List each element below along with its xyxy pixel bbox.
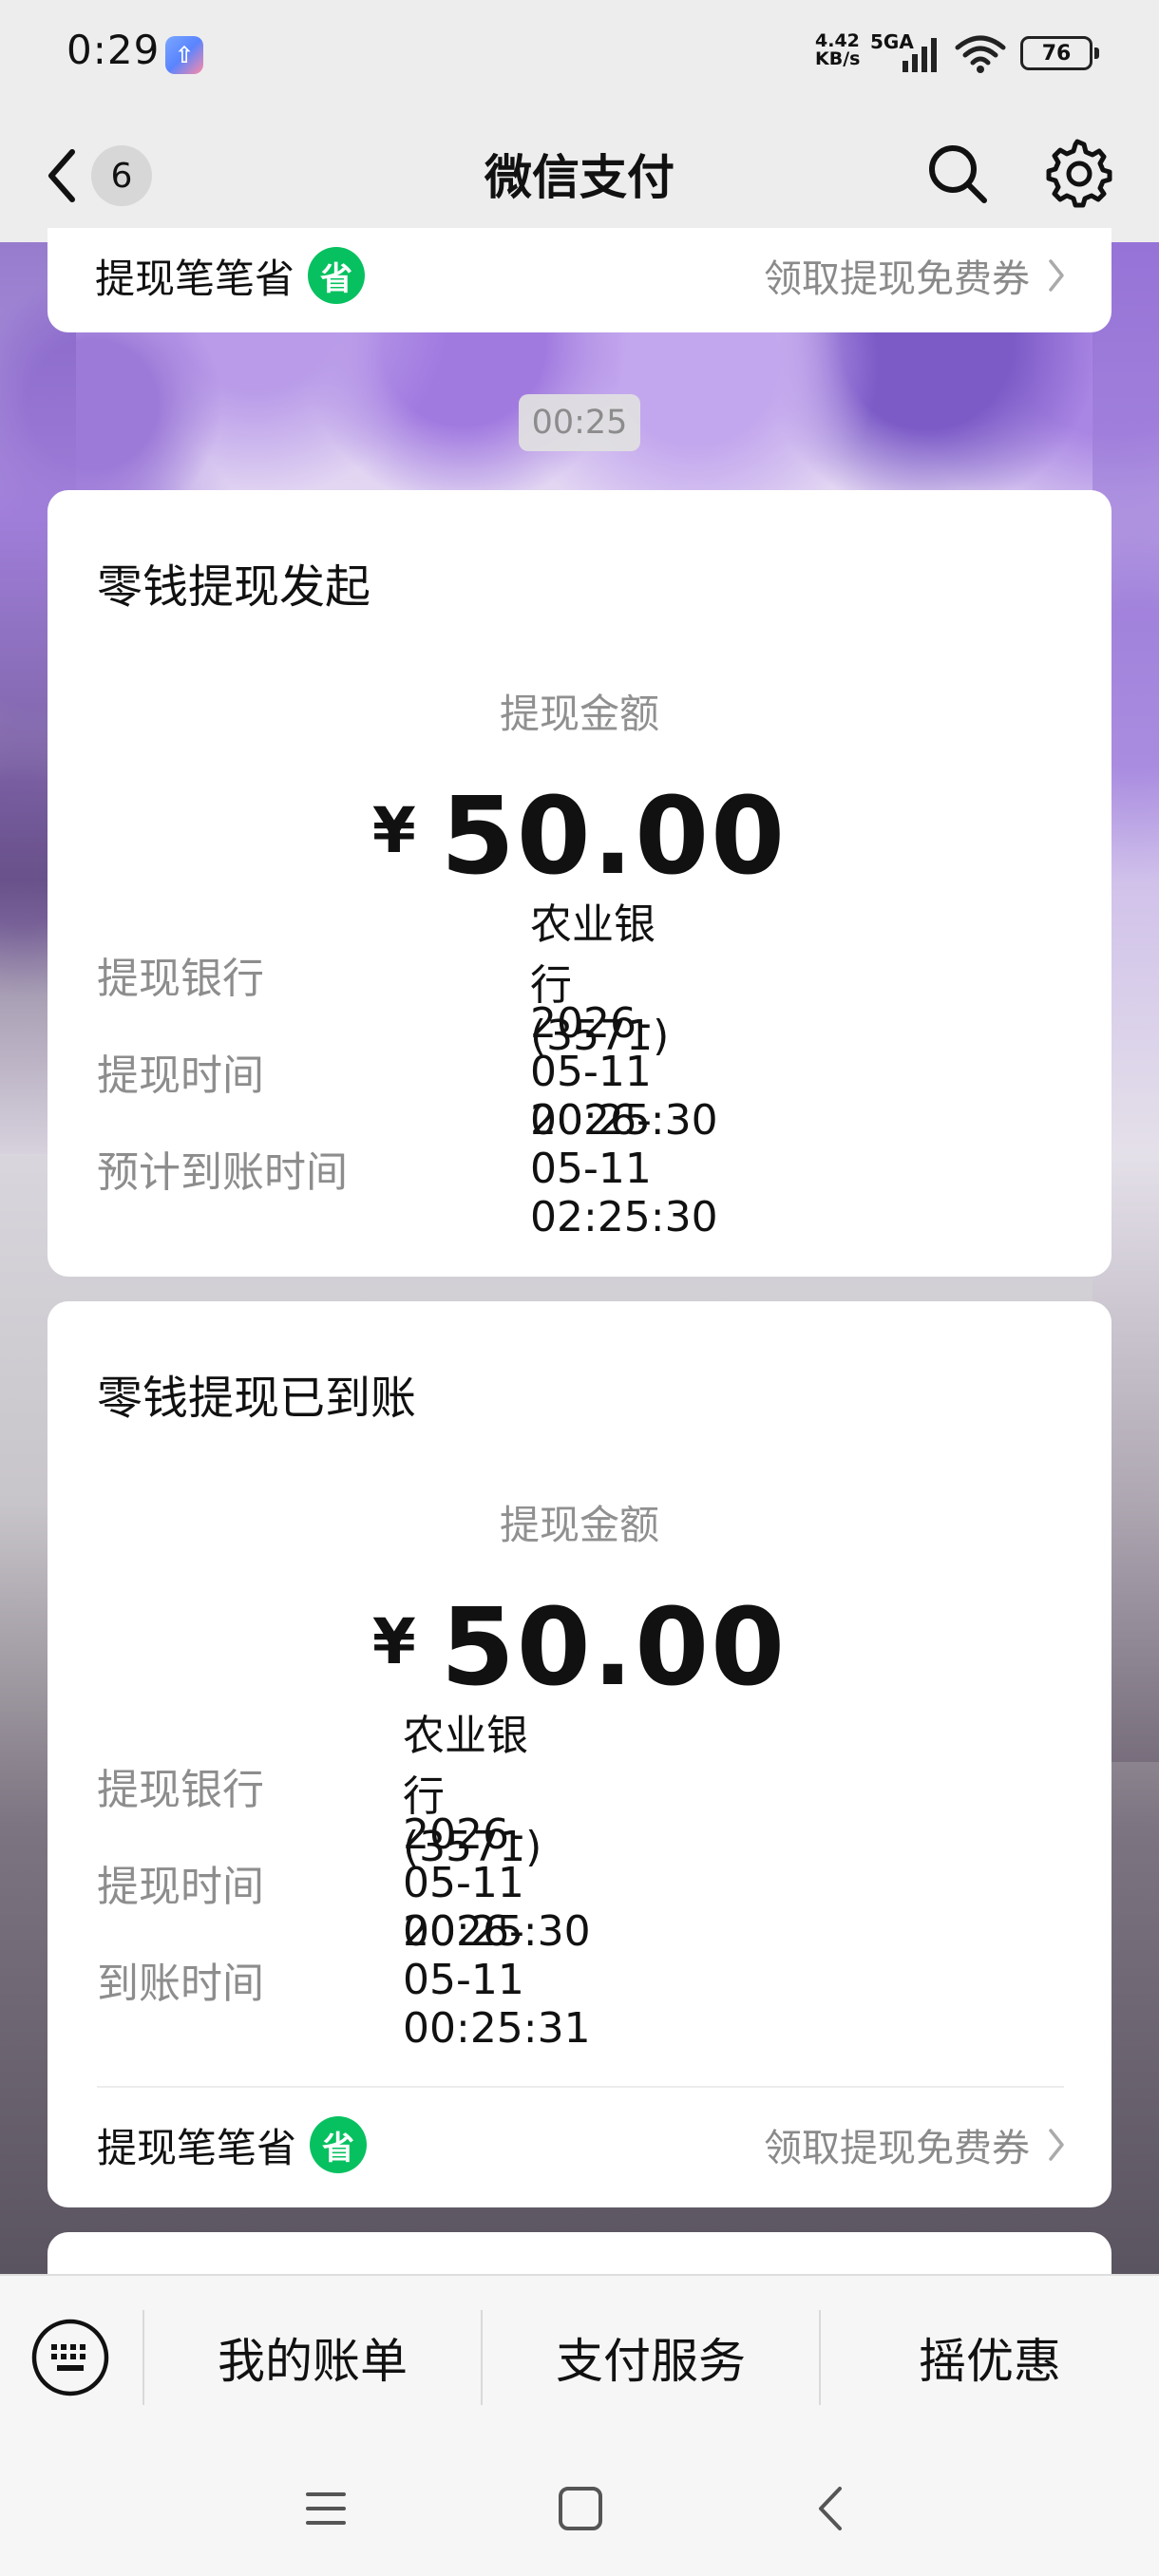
- bottom-menu: 我的账单 支付服务 摇优惠: [0, 2274, 1159, 2441]
- menu-item-payment-services[interactable]: 支付服务: [483, 2318, 819, 2397]
- detail-row-bank: 提现银行 农业银行(3571): [97, 900, 669, 1060]
- network-speed: 4.42 KB/s: [815, 32, 870, 68]
- wifi-icon: [955, 35, 1006, 73]
- currency-symbol: ¥: [371, 1604, 416, 1678]
- amount-value: 50.00: [440, 1586, 788, 1710]
- detail-row-bank: 提现银行 农业银行(3571): [97, 1712, 542, 1871]
- detail-row-withdraw-time: 提现时间 2026-05-11 00:25:30: [97, 999, 718, 1145]
- promo-link-text: 领取提现免费券: [764, 2127, 1030, 2170]
- gear-icon[interactable]: [1041, 138, 1113, 210]
- menu-item-shake-deals[interactable]: 摇优惠: [821, 2318, 1159, 2397]
- save-badge-icon: 省: [308, 247, 366, 304]
- network-speed-unit: KB/s: [815, 48, 861, 69]
- app-notification-icon: ⇧: [165, 36, 203, 74]
- system-nav-bar: [0, 2441, 1159, 2576]
- withdraw-promo-row[interactable]: 提现笔笔省 省 领取提现免费券: [95, 245, 1066, 306]
- detail-label: 提现银行: [97, 1766, 264, 1814]
- save-badge-icon: 省: [310, 2116, 368, 2173]
- detail-value: 2026-05-11 02:25:30: [530, 1095, 718, 1241]
- message-timestamp: 00:25: [519, 394, 640, 451]
- wechat-pay-screen: 0:29 ⇧ 4.42 KB/s 5GA 76 6 微信支付 提现笔笔省 省 领…: [0, 0, 1159, 2576]
- promo-text: 提现笔笔省: [97, 2124, 297, 2171]
- detail-label: 提现时间: [97, 1863, 264, 1911]
- promo-left: 提现笔笔省 省: [97, 2116, 368, 2174]
- nav-bar: 6 微信支付: [0, 109, 1159, 242]
- withdraw-arrived-card[interactable]: 零钱提现已到账 提现金额 ¥ 50.00 提现银行 农业银行(3571) 提现时…: [48, 1301, 1112, 2207]
- detail-value: 2026-05-11 00:25:31: [403, 1906, 591, 2053]
- chevron-right-icon: [1049, 2129, 1064, 2161]
- keyboard-icon[interactable]: [30, 2318, 110, 2397]
- promo-link[interactable]: 领取提现免费券: [764, 2117, 1066, 2172]
- currency-symbol: ¥: [371, 793, 416, 867]
- detail-label: 到账时间: [97, 1960, 264, 2008]
- status-time: 0:29: [66, 27, 161, 73]
- detail-row-withdraw-time: 提现时间 2026-05-11 00:25:30: [97, 1810, 591, 1956]
- promo-text: 提现笔笔省: [95, 255, 295, 302]
- amount: ¥ 50.00: [48, 775, 1112, 899]
- card-title: 零钱提现发起: [97, 560, 371, 614]
- withdraw-initiated-card[interactable]: 零钱提现发起 提现金额 ¥ 50.00 提现银行 农业银行(3571) 提现时间…: [48, 490, 1112, 1277]
- promo-left: 提现笔笔省 省: [95, 247, 366, 305]
- divider: [97, 2086, 1064, 2088]
- card-title: 零钱提现已到账: [97, 1372, 417, 1425]
- detail-label: 预计到账时间: [97, 1148, 348, 1197]
- detail-label: 提现时间: [97, 1051, 264, 1100]
- promo-link-text: 领取提现免费券: [764, 257, 1030, 301]
- amount-label: 提现金额: [499, 1502, 659, 1548]
- detail-label: 提现银行: [97, 955, 264, 1003]
- back-icon[interactable]: [811, 2483, 849, 2534]
- withdraw-promo-row[interactable]: 提现笔笔省 省 领取提现免费券: [97, 2114, 1066, 2175]
- menu-icon[interactable]: [302, 2485, 350, 2532]
- amount-value: 50.00: [440, 775, 788, 899]
- battery-indicator: 76: [1020, 36, 1099, 70]
- amount: ¥ 50.00: [48, 1586, 1112, 1710]
- chevron-right-icon: [1049, 259, 1064, 292]
- amount-label: 提现金额: [499, 691, 659, 737]
- detail-row-arrival-time: 到账时间 2026-05-11 00:25:31: [97, 1907, 591, 2053]
- promo-link[interactable]: 领取提现免费券: [764, 248, 1066, 303]
- status-bar: 0:29 ⇧ 4.42 KB/s 5GA 76: [0, 0, 1159, 109]
- search-icon[interactable]: [923, 140, 992, 208]
- home-icon[interactable]: [555, 2483, 606, 2534]
- detail-row-expected-time: 预计到账时间 2026-05-11 02:25:30: [97, 1096, 718, 1241]
- withdraw-promo-card-top[interactable]: 提现笔笔省 省 领取提现免费券: [48, 228, 1112, 332]
- menu-item-my-bills[interactable]: 我的账单: [144, 2318, 481, 2397]
- signal-icon: [902, 38, 937, 72]
